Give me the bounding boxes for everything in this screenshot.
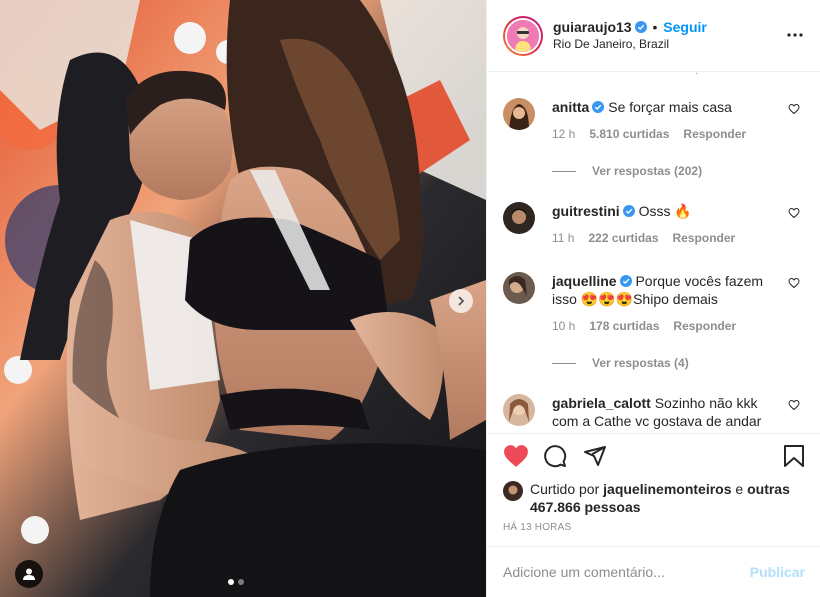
comment-username[interactable]: guitrestini (552, 203, 620, 219)
chevron-right-icon (458, 296, 465, 306)
verified-badge-icon (619, 275, 632, 287)
next-photo-button[interactable] (449, 289, 473, 313)
tagged-users-button[interactable] (15, 560, 43, 588)
comment-item: gabriela_calott Sozinho não kkk com a Ca… (503, 394, 808, 430)
comment-icon[interactable] (543, 444, 567, 468)
comment-like-icon[interactable] (788, 103, 800, 115)
user-icon (23, 568, 35, 580)
carousel-indicator (228, 579, 244, 585)
header-separator: • (652, 18, 658, 35)
comment-avatar[interactable] (503, 98, 535, 130)
post-details-panel: guiaraujo13 • Seguir Rio De Janeiro, Bra… (486, 0, 820, 597)
comment-input[interactable] (503, 564, 750, 580)
comment-time[interactable]: 12 h (552, 125, 575, 143)
comment-like-icon[interactable] (788, 399, 800, 411)
publish-button[interactable]: Publicar (750, 564, 805, 580)
comment-like-icon[interactable] (788, 207, 800, 219)
comment-likes[interactable]: 178 curtidas (589, 317, 659, 335)
likes-and: e (735, 481, 744, 497)
comment-item: guitrestini Osss 🔥 11 h 222 curtidas Res… (503, 202, 808, 247)
likes-summary: Curtido por jaquelinemonteiros e outras … (503, 480, 803, 516)
post-timestamp[interactable]: Há 13 horas (503, 522, 571, 533)
action-bar (487, 434, 820, 478)
author-avatar[interactable] (503, 15, 543, 56)
comment-item: anitta Se forçar mais casa 12 h 5.810 cu… (503, 98, 808, 143)
comment-time[interactable]: 10 h (552, 317, 575, 335)
view-replies-label: Ver respostas (4) (592, 356, 689, 370)
carousel-dot (238, 579, 244, 585)
comment-username[interactable]: gabriela_calott (552, 395, 651, 411)
comment-avatar[interactable] (503, 272, 535, 304)
comment-likes[interactable]: 5.810 curtidas (589, 125, 669, 143)
verified-badge-icon (622, 205, 635, 217)
author-username[interactable]: guiaraujo13 (553, 19, 632, 35)
liker-avatar[interactable] (503, 481, 523, 501)
comment-username[interactable]: anitta (552, 99, 589, 115)
avatar-image-icon (503, 394, 535, 426)
add-comment-bar: Publicar (487, 546, 820, 597)
likes-prefix: Curtido por (530, 481, 600, 497)
scroll-hint: · (695, 72, 699, 79)
avatar-image-icon (503, 272, 535, 304)
carousel-dot-active (228, 579, 234, 585)
comment-likes[interactable]: 222 curtidas (588, 229, 658, 247)
comment-item: jaquelline Porque vocês fazem isso 😍😍😍Sh… (503, 272, 808, 335)
post-photo[interactable] (0, 0, 486, 597)
comment-time[interactable]: 11 h (552, 229, 574, 247)
bookmark-icon[interactable] (783, 444, 805, 468)
comment-text: Se forçar mais casa (608, 99, 732, 115)
photo-illustration (0, 0, 486, 597)
reply-button[interactable]: Responder (673, 229, 736, 247)
avatar-image-icon (507, 19, 539, 52)
comment-username[interactable]: jaquelline (552, 273, 617, 289)
avatar-image-icon (503, 202, 535, 234)
comment-like-icon[interactable] (788, 277, 800, 289)
avatar-image-icon (503, 481, 523, 501)
post-header: guiaraujo13 • Seguir Rio De Janeiro, Bra… (487, 0, 820, 72)
view-replies-label: Ver respostas (202) (592, 164, 703, 178)
comment-avatar[interactable] (503, 394, 535, 426)
more-horizontal-icon[interactable] (786, 26, 804, 44)
liker-username[interactable]: jaquelinemonteiros (603, 481, 731, 497)
view-replies-button[interactable]: Ver respostas (4) (552, 356, 689, 370)
view-replies-button[interactable]: Ver respostas (202) (552, 164, 702, 178)
reply-button[interactable]: Responder (673, 317, 736, 335)
follow-button[interactable]: Seguir (663, 19, 707, 35)
verified-badge-icon (634, 20, 647, 33)
comments-list[interactable]: · anitta Se forçar mais casa 12 h 5.810 … (487, 72, 820, 434)
comment-avatar[interactable] (503, 202, 535, 234)
verified-badge-icon (592, 101, 605, 113)
share-icon[interactable] (583, 444, 607, 468)
comment-text: Osss 🔥 (638, 203, 692, 219)
reply-button[interactable]: Responder (683, 125, 746, 143)
post-location[interactable]: Rio De Janeiro, Brazil (553, 36, 707, 53)
heart-filled-icon[interactable] (503, 444, 529, 468)
avatar-image-icon (503, 98, 535, 130)
